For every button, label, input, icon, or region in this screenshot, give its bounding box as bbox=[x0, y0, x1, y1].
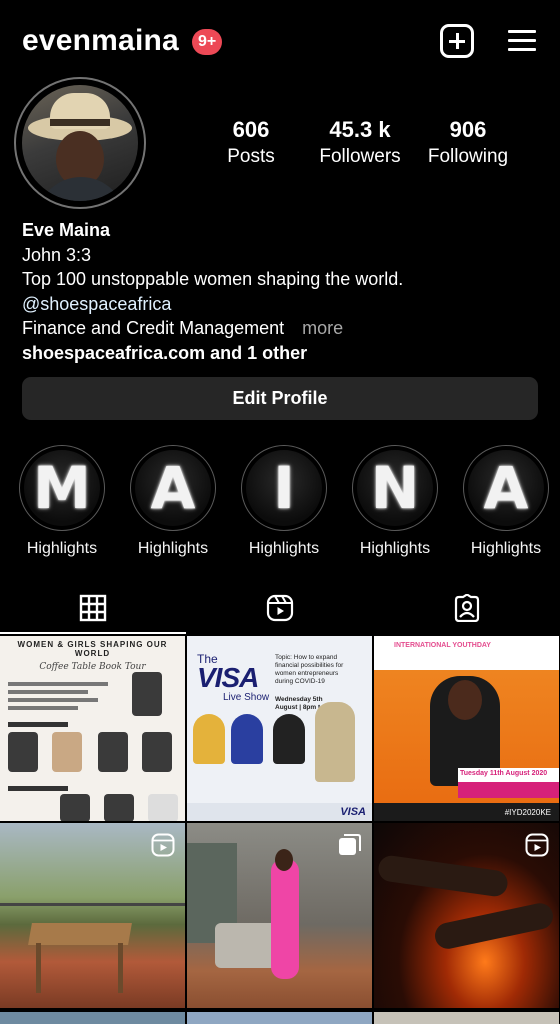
post-thumbnail-5[interactable] bbox=[187, 823, 372, 1008]
post-1-subtitle: Coffee Table Book Tour bbox=[39, 662, 146, 672]
highlight-a-2[interactable]: A Highlights bbox=[461, 445, 551, 558]
post-2-brand: VISA bbox=[197, 662, 259, 693]
post-2-topic: Topic: How to expand financial possibili… bbox=[275, 654, 344, 685]
post-2-show: Live Show bbox=[223, 692, 270, 703]
followers-count[interactable]: 45.3 k Followers bbox=[306, 117, 414, 168]
highlight-label: Highlights bbox=[248, 540, 320, 557]
tab-tagged[interactable] bbox=[374, 584, 560, 634]
post-3-header: INTERNATIONAL YOUTHDAY bbox=[394, 642, 491, 649]
post-thumbnail-7[interactable] bbox=[0, 1012, 185, 1024]
menu-icon[interactable] bbox=[508, 30, 536, 52]
followers-label: Followers bbox=[319, 146, 401, 167]
post-thumbnail-9[interactable] bbox=[374, 1012, 559, 1024]
following-label: Following bbox=[427, 146, 509, 167]
highlight-a[interactable]: A Highlights bbox=[128, 445, 218, 558]
highlight-label: Highlights bbox=[137, 540, 209, 557]
post-3-tag: #IYD2020KE bbox=[504, 808, 551, 817]
post-3-date: Tuesday 11th August 2020 bbox=[460, 770, 548, 777]
username-dropdown[interactable]: evenmaina bbox=[22, 24, 179, 58]
tab-reels[interactable] bbox=[187, 584, 373, 634]
highlight-letter: I bbox=[273, 454, 295, 522]
highlight-ring: A bbox=[130, 445, 216, 531]
profile-avatar-ring[interactable] bbox=[14, 77, 146, 209]
bio-category-row: Finance and Credit Management more bbox=[22, 316, 542, 341]
grid-icon bbox=[79, 594, 107, 622]
tab-posts-grid[interactable] bbox=[0, 584, 186, 634]
highlight-ring: M bbox=[19, 445, 105, 531]
highlight-ring: N bbox=[352, 445, 438, 531]
bio-line-2: Top 100 unstoppable women shaping the wo… bbox=[22, 269, 404, 289]
posts-value: 606 bbox=[232, 117, 270, 142]
post-thumbnail-8[interactable] bbox=[187, 1012, 372, 1024]
highlight-n[interactable]: N Highlights bbox=[350, 445, 440, 558]
post-thumbnail-6[interactable] bbox=[374, 823, 559, 1008]
profile-header: evenmaina 9+ bbox=[0, 0, 560, 80]
post-thumbnail-4[interactable] bbox=[0, 823, 185, 1008]
post-thumbnail-2[interactable]: The VISA Live Show Topic: How to expand … bbox=[187, 636, 372, 821]
highlight-letter: A bbox=[150, 454, 196, 522]
following-count[interactable]: 906 Following bbox=[420, 117, 516, 168]
posts-count[interactable]: 606 Posts bbox=[206, 117, 296, 168]
post-thumbnail-3[interactable]: INTERNATIONAL YOUTHDAY Tuesday 11th Augu… bbox=[374, 636, 559, 821]
carousel-icon bbox=[339, 834, 361, 855]
following-value: 906 bbox=[449, 117, 487, 142]
highlight-label: Highlights bbox=[359, 540, 431, 557]
post-1-title: WOMEN & GIRLS SHAPING OUR WORLD bbox=[17, 640, 168, 658]
highlight-m[interactable]: M Highlights bbox=[17, 445, 107, 558]
profile-tabs bbox=[0, 584, 560, 634]
website-link[interactable]: shoespaceafrica.com and 1 other bbox=[22, 341, 542, 366]
highlight-ring: I bbox=[241, 445, 327, 531]
tagged-icon bbox=[454, 594, 480, 622]
post-thumbnail-1[interactable]: WOMEN & GIRLS SHAPING OUR WORLD Coffee T… bbox=[0, 636, 185, 821]
new-post-icon[interactable] bbox=[440, 24, 474, 58]
posts-label: Posts bbox=[227, 146, 275, 167]
highlight-letter: M bbox=[33, 454, 91, 522]
highlight-label: Highlights bbox=[26, 540, 98, 557]
highlight-ring: A bbox=[463, 445, 549, 531]
profile-bio: Eve Maina John 3:3 Top 100 unstoppable w… bbox=[22, 218, 542, 365]
more-link[interactable]: more bbox=[302, 318, 343, 338]
highlight-letter: A bbox=[483, 454, 529, 522]
reel-icon bbox=[525, 833, 549, 857]
avatar[interactable] bbox=[22, 85, 138, 201]
bio-line-1: John 3:3 bbox=[22, 244, 92, 265]
edit-profile-button[interactable]: Edit Profile bbox=[22, 377, 538, 420]
reel-icon bbox=[151, 833, 175, 857]
highlight-i[interactable]: I Highlights bbox=[239, 445, 329, 558]
followers-value: 45.3 k bbox=[329, 117, 391, 142]
post-2-footer-brand: VISA bbox=[340, 806, 366, 818]
display-name: Eve Maina bbox=[22, 220, 111, 240]
bio-category: Finance and Credit Management bbox=[22, 318, 285, 338]
notification-badge[interactable]: 9+ bbox=[192, 29, 223, 55]
active-tab-indicator bbox=[0, 632, 186, 634]
mention-link[interactable]: @shoespaceafrica bbox=[22, 292, 542, 317]
reels-icon bbox=[266, 594, 294, 622]
posts-grid: WOMEN & GIRLS SHAPING OUR WORLD Coffee T… bbox=[0, 636, 560, 1024]
highlight-label: Highlights bbox=[470, 540, 542, 557]
highlight-letter: N bbox=[370, 454, 420, 522]
